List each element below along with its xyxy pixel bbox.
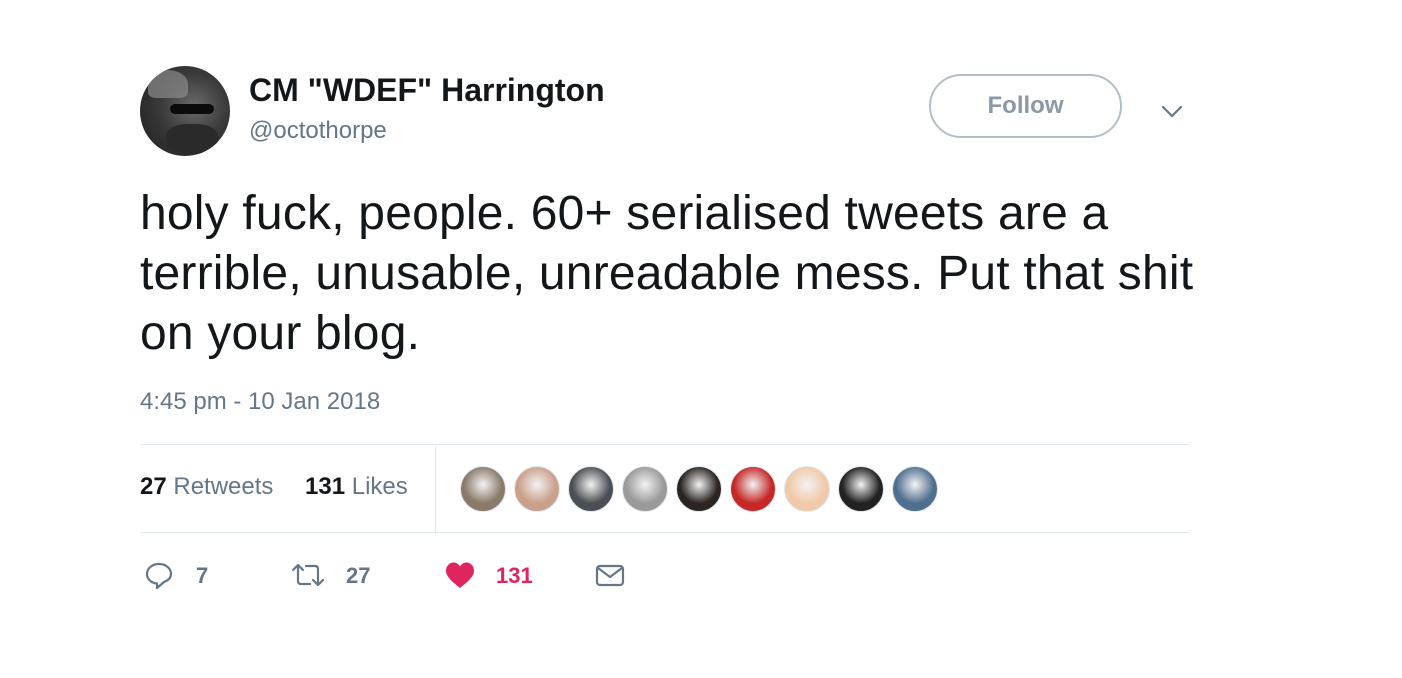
avatar[interactable] bbox=[140, 66, 230, 156]
stats-separator bbox=[435, 446, 436, 534]
liker-avatar[interactable] bbox=[568, 466, 614, 512]
liker-avatar[interactable] bbox=[514, 466, 560, 512]
tweet-header: CM "WDEF" Harrington @octothorpe Follow bbox=[140, 66, 1190, 158]
reply-button[interactable]: 7 bbox=[144, 556, 224, 596]
liker-avatar[interactable] bbox=[460, 466, 506, 512]
envelope-icon bbox=[595, 564, 625, 587]
divider-bottom bbox=[140, 532, 1190, 533]
liker-avatar[interactable] bbox=[676, 466, 722, 512]
follow-button[interactable]: Follow bbox=[929, 74, 1122, 138]
reply-icon bbox=[145, 562, 173, 590]
direct-message-button[interactable] bbox=[594, 556, 628, 596]
like-button[interactable]: 131 bbox=[444, 556, 554, 596]
retweet-button[interactable]: 27 bbox=[290, 556, 390, 596]
tweet-stats: 27 Retweets 131 Likes bbox=[140, 446, 1190, 534]
likes-count: 131 bbox=[305, 473, 346, 500]
liker-avatar[interactable] bbox=[838, 466, 884, 512]
retweets-count: 27 bbox=[140, 473, 167, 500]
author-handle[interactable]: @octothorpe bbox=[249, 117, 387, 145]
divider-top bbox=[140, 444, 1190, 445]
retweets-stat[interactable]: 27 Retweets bbox=[140, 473, 273, 501]
retweet-icon bbox=[291, 563, 325, 587]
like-count: 131 bbox=[496, 563, 533, 588]
liker-avatar[interactable] bbox=[892, 466, 938, 512]
tweet-card: CM "WDEF" Harrington @octothorpe Follow … bbox=[140, 66, 1193, 590]
retweet-count: 27 bbox=[346, 563, 371, 588]
tweet-timestamp[interactable]: 4:45 pm - 10 Jan 2018 bbox=[140, 388, 380, 416]
likes-label: Likes bbox=[351, 473, 408, 500]
retweets-label: Retweets bbox=[173, 473, 274, 500]
likes-stat[interactable]: 131 Likes bbox=[305, 473, 408, 501]
liker-avatar[interactable] bbox=[784, 466, 830, 512]
liker-avatar[interactable] bbox=[730, 466, 776, 512]
chevron-down-icon[interactable] bbox=[1159, 98, 1185, 124]
author-name[interactable]: CM "WDEF" Harrington bbox=[249, 72, 605, 109]
liker-avatar[interactable] bbox=[622, 466, 668, 512]
reply-count: 7 bbox=[196, 563, 209, 588]
heart-icon bbox=[446, 562, 474, 588]
tweet-text: holy fuck, people. 60+ serialised tweets… bbox=[140, 187, 1194, 360]
tweet-actions: 7 27 131 bbox=[140, 556, 740, 596]
